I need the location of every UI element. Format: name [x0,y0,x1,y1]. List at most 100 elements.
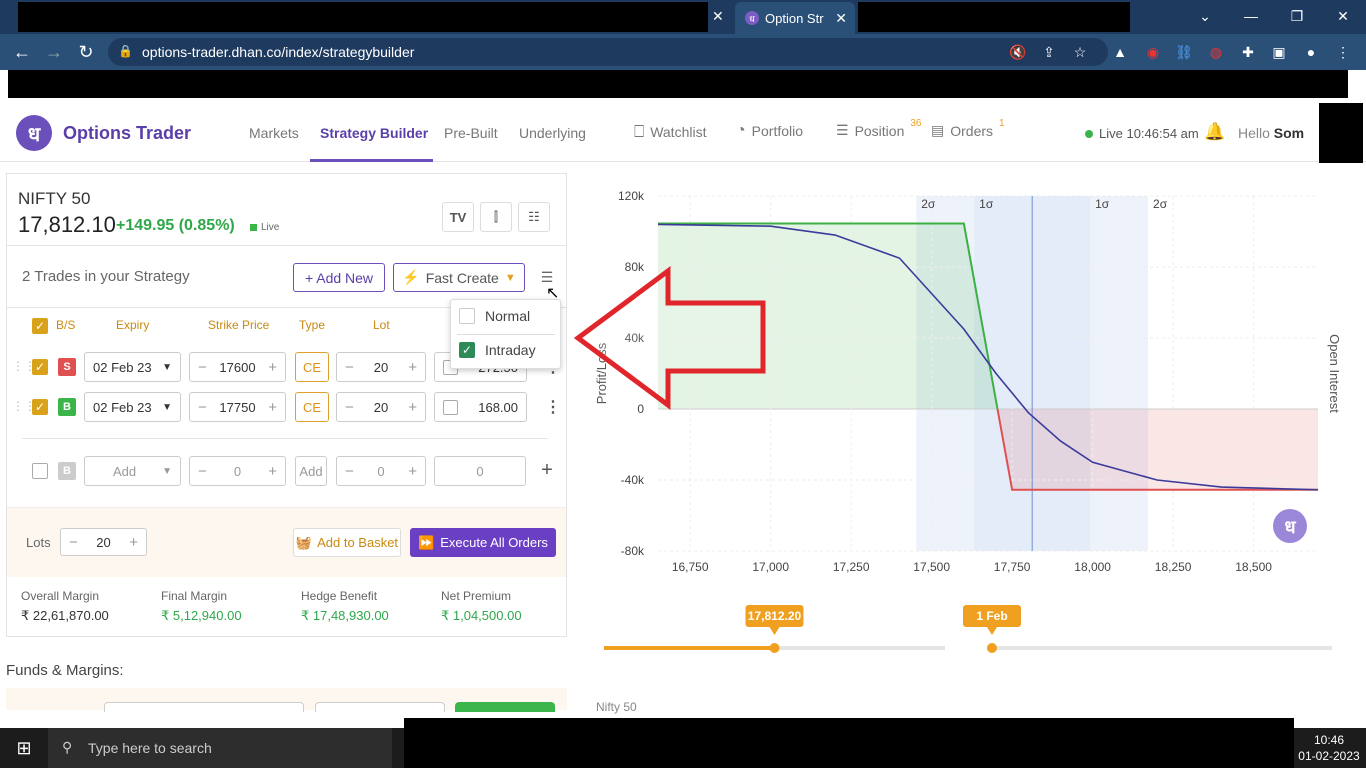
buy-tag[interactable]: B [58,398,76,416]
execute-all-button[interactable]: ⏩ Execute All Orders [410,528,556,557]
lot-stepper-empty[interactable]: − 0 + [336,456,426,486]
plus-icon[interactable]: + [408,359,417,376]
select-all-checkbox[interactable]: ✓ [32,318,48,334]
plus-icon[interactable]: + [268,463,277,480]
type-ce-button[interactable]: CE [295,392,329,422]
strike-stepper[interactable]: − 17750 + [189,392,286,422]
nav-strategy-builder[interactable]: Strategy Builder [320,125,428,141]
share-icon[interactable]: ⇪ [1038,41,1060,63]
url-input[interactable]: options-trader.dhan.co/index/strategybui… [108,38,1108,66]
tab-search-icon[interactable]: ⌄ [1182,0,1228,32]
date-slider-track[interactable] [987,646,1332,650]
option-chain-icon[interactable]: ☷ [518,202,550,232]
price-checkbox[interactable] [443,399,458,415]
row-checkbox[interactable] [32,463,48,479]
close-window-icon[interactable]: ✕ [1320,0,1366,32]
strike-stepper-empty[interactable]: − 0 + [189,456,286,486]
nav-watchlist[interactable]: ⎕ Watchlist [634,122,706,142]
plus-icon[interactable]: + [268,359,277,376]
puzzle-icon[interactable]: ✚ [1237,41,1259,63]
bottom-partial-label: Nifty 50 [596,700,637,714]
normal-checkbox[interactable] [459,308,475,324]
mute-icon[interactable]: 🔇 [1007,41,1029,63]
option-normal[interactable]: Normal [459,308,530,324]
add-new-button[interactable]: + Add New [293,263,385,292]
nav-markets[interactable]: Markets [249,125,299,141]
restore-icon[interactable]: ❐ [1274,0,1320,32]
minimize-icon[interactable]: — [1228,0,1274,32]
windows-start-icon[interactable]: ⊞ [0,728,48,768]
option-intraday[interactable]: ✓ Intraday [459,342,536,358]
plus-icon[interactable]: + [268,399,277,416]
orders-count-badge: 1 [999,118,1005,129]
funds-input[interactable] [104,702,304,712]
minus-icon[interactable]: − [345,359,354,376]
lot-stepper[interactable]: − 20 + [336,392,426,422]
lock-icon[interactable]: 🔒 [118,44,133,58]
extension-icon[interactable]: ▲ [1109,41,1131,63]
intraday-checkbox[interactable]: ✓ [459,342,475,358]
minus-icon[interactable]: − [69,534,78,551]
lots-stepper[interactable]: − 20 + [60,528,147,556]
tradingview-icon[interactable]: TV [442,202,474,232]
back-icon[interactable]: ← [6,36,38,68]
reload-icon[interactable]: ↻ [70,36,102,68]
overall-margin-label: Overall Margin [21,589,100,603]
bell-icon[interactable]: 🔔 [1204,122,1225,142]
row-more-icon[interactable]: ⋮ [545,397,561,417]
candlestick-icon[interactable]: ⫿ [480,202,512,232]
menu-icon[interactable]: ⋮ [1332,41,1354,63]
ublock-icon[interactable]: ◉ [1142,41,1164,63]
price-field[interactable]: 168.00 [434,392,527,422]
minus-icon[interactable]: − [198,399,207,416]
logo-text[interactable]: Options Trader [63,123,191,144]
plus-icon[interactable]: + [408,463,417,480]
user-greeting[interactable]: Hello Som [1238,125,1304,141]
close-tab-icon[interactable]: ✕ [835,10,847,27]
link-extension-icon[interactable]: ⛓ [1173,41,1195,63]
type-ce-button[interactable]: CE [295,352,329,382]
tab-active[interactable]: ध Option Str ✕ [735,2,855,34]
row-checkbox[interactable]: ✓ [32,359,48,375]
type-select-empty[interactable]: Add [295,456,327,486]
sell-tag[interactable]: S [58,358,76,376]
minus-icon[interactable]: − [198,463,207,480]
minus-icon[interactable]: − [198,359,207,376]
close-tab-icon[interactable]: ✕ [712,8,724,25]
row-checkbox[interactable]: ✓ [32,399,48,415]
profile-icon[interactable]: ● [1300,41,1322,63]
taskbar-search[interactable]: ⚲ Type here to search [48,728,392,768]
plus-icon[interactable]: + [129,534,138,551]
live-label: Live [261,222,280,233]
bookmark-star-icon[interactable]: ☆ [1069,41,1091,63]
expiry-select[interactable]: 02 Feb 23 ▼ [84,352,181,382]
taskbar-clock[interactable]: 10:46 01-02-2023 [1296,732,1362,764]
price-field-empty[interactable]: 0 [434,456,526,486]
nav-underlying[interactable]: Underlying [519,125,586,141]
spot-slider-handle[interactable] [769,643,780,653]
buy-tag-disabled[interactable]: B [58,462,76,480]
nav-position[interactable]: ☰ Position 36 [836,118,922,139]
sidepanel-icon[interactable]: ▣ [1268,41,1290,63]
minus-icon[interactable]: − [345,399,354,416]
nav-orders[interactable]: ▤ Orders 1 [931,118,1005,139]
expiry-select-empty[interactable]: Add ▼ [84,456,181,486]
logo-icon[interactable]: ध [16,115,52,151]
expiry-select[interactable]: 02 Feb 23 ▼ [84,392,181,422]
strike-stepper[interactable]: − 17600 + [189,352,286,382]
nav-portfolio[interactable]: ◔ Portfolio [736,122,803,140]
add-row-icon[interactable]: + [536,459,558,481]
add-to-basket-button[interactable]: 🧺 Add to Basket [293,528,401,557]
extension-red-icon[interactable]: ◍ [1205,41,1227,63]
fast-create-button[interactable]: ⚡ Fast Create ▼ [393,263,525,292]
lot-stepper[interactable]: − 20 + [336,352,426,382]
date-slider-handle[interactable] [987,643,997,653]
hedge-benefit-label: Hedge Benefit [301,589,378,603]
forward-icon[interactable]: → [38,36,70,68]
x-tick-label: 17,500 [913,560,950,574]
nav-pre-built[interactable]: Pre-Built [444,125,498,141]
minus-icon[interactable]: − [345,463,354,480]
funds-button[interactable] [455,702,555,712]
funds-select[interactable] [315,702,445,712]
plus-icon[interactable]: + [408,399,417,416]
